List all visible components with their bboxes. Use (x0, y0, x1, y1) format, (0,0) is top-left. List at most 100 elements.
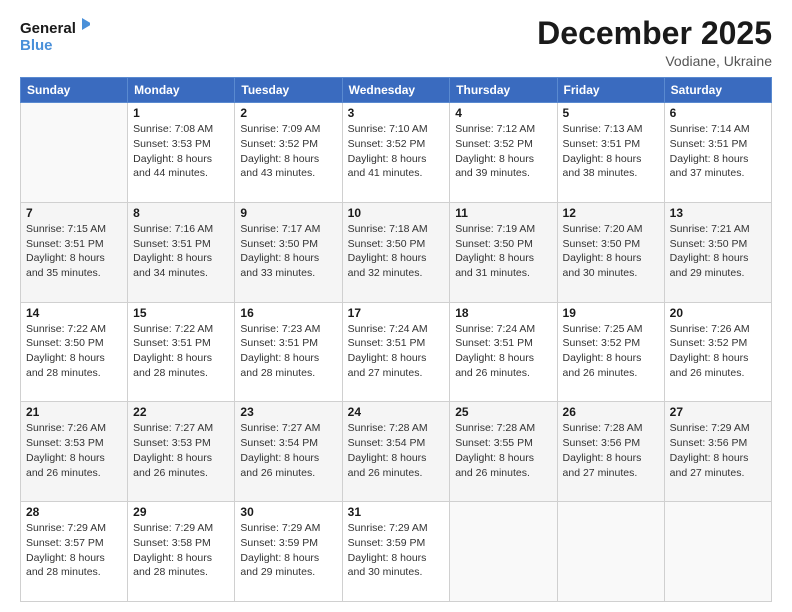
calendar-cell-w2-d4: 10Sunrise: 7:18 AMSunset: 3:50 PMDayligh… (342, 202, 450, 302)
day-number: 6 (670, 106, 766, 120)
calendar-cell-w2-d6: 12Sunrise: 7:20 AMSunset: 3:50 PMDayligh… (557, 202, 664, 302)
calendar-cell-w5-d1: 28 Sunrise: 7:29 AMSunset: 3:57 PMDayligh… (21, 502, 128, 602)
day-number: 31 (348, 505, 445, 519)
calendar-week-4: 21 Sunrise: 7:26 AMSunset: 3:53 PMDayligh… (21, 402, 772, 502)
logo: General Blue (20, 16, 90, 58)
day-number: 29 (133, 505, 229, 519)
day-number: 9 (240, 206, 336, 220)
day-info: Sunrise: 7:23 AMSunset: 3:51 PMDaylight:… (240, 322, 336, 381)
calendar-header-row: Sunday Monday Tuesday Wednesday Thursday… (21, 78, 772, 103)
calendar-cell-w4-d5: 25Sunrise: 7:28 AMSunset: 3:55 PMDayligh… (450, 402, 557, 502)
day-info: Sunrise: 7:10 AMSunset: 3:52 PMDaylight:… (348, 122, 445, 181)
day-number: 23 (240, 405, 336, 419)
calendar-cell-w4-d1: 21 Sunrise: 7:26 AMSunset: 3:53 PMDayligh… (21, 402, 128, 502)
calendar-cell-w3-d7: 20Sunrise: 7:26 AMSunset: 3:52 PMDayligh… (664, 302, 771, 402)
day-number: 30 (240, 505, 336, 519)
calendar-table: Sunday Monday Tuesday Wednesday Thursday… (20, 77, 772, 602)
day-number: 14 (26, 306, 122, 320)
page: General Blue December 2025 Vodiane, Ukra… (0, 0, 792, 612)
day-number: 27 (670, 405, 766, 419)
col-monday: Monday (128, 78, 235, 103)
day-info: Sunrise: 7:21 AMSunset: 3:50 PMDaylight:… (670, 222, 766, 281)
svg-text:General: General (20, 20, 76, 37)
col-wednesday: Wednesday (342, 78, 450, 103)
calendar-cell-w3-d1: 14Sunrise: 7:22 AMSunset: 3:50 PMDayligh… (21, 302, 128, 402)
calendar-cell-w1-d1 (21, 103, 128, 203)
calendar-cell-w3-d3: 16 Sunrise: 7:23 AMSunset: 3:51 PMDayligh… (235, 302, 342, 402)
day-info: Sunrise: 7:28 AMSunset: 3:56 PMDaylight:… (563, 421, 659, 480)
day-number: 24 (348, 405, 445, 419)
day-number: 4 (455, 106, 551, 120)
calendar-cell-w2-d5: 11Sunrise: 7:19 AMSunset: 3:50 PMDayligh… (450, 202, 557, 302)
day-info: Sunrise: 7:29 AMSunset: 3:57 PMDaylight:… (26, 521, 122, 580)
subtitle: Vodiane, Ukraine (537, 53, 772, 69)
day-info: Sunrise: 7:24 AMSunset: 3:51 PMDaylight:… (348, 322, 445, 381)
day-number: 17 (348, 306, 445, 320)
calendar-cell-w2-d7: 13 Sunrise: 7:21 AMSunset: 3:50 PMDayligh… (664, 202, 771, 302)
day-info: Sunrise: 7:09 AMSunset: 3:52 PMDaylight:… (240, 122, 336, 181)
col-saturday: Saturday (664, 78, 771, 103)
day-number: 10 (348, 206, 445, 220)
calendar-cell-w5-d4: 31 Sunrise: 7:29 AMSunset: 3:59 PMDayligh… (342, 502, 450, 602)
calendar-cell-w1-d7: 6 Sunrise: 7:14 AMSunset: 3:51 PMDaylight… (664, 103, 771, 203)
title-block: December 2025 Vodiane, Ukraine (537, 16, 772, 69)
day-number: 26 (563, 405, 659, 419)
day-info: Sunrise: 7:22 AMSunset: 3:51 PMDaylight:… (133, 322, 229, 381)
calendar-cell-w4-d2: 22Sunrise: 7:27 AMSunset: 3:53 PMDayligh… (128, 402, 235, 502)
day-number: 8 (133, 206, 229, 220)
calendar-cell-w3-d2: 15 Sunrise: 7:22 AMSunset: 3:51 PMDayligh… (128, 302, 235, 402)
calendar-cell-w4-d7: 27 Sunrise: 7:29 AMSunset: 3:56 PMDayligh… (664, 402, 771, 502)
calendar-week-1: 1Sunrise: 7:08 AMSunset: 3:53 PMDaylight… (21, 103, 772, 203)
calendar-cell-w2-d1: 7 Sunrise: 7:15 AMSunset: 3:51 PMDaylight… (21, 202, 128, 302)
day-number: 11 (455, 206, 551, 220)
calendar-cell-w5-d2: 29 Sunrise: 7:29 AMSunset: 3:58 PMDayligh… (128, 502, 235, 602)
day-number: 13 (670, 206, 766, 220)
calendar-cell-w4-d6: 26 Sunrise: 7:28 AMSunset: 3:56 PMDayligh… (557, 402, 664, 502)
day-number: 22 (133, 405, 229, 419)
day-info: Sunrise: 7:26 AMSunset: 3:53 PMDaylight:… (26, 421, 122, 480)
logo-svg: General Blue (20, 16, 90, 58)
day-number: 28 (26, 505, 122, 519)
day-number: 19 (563, 306, 659, 320)
day-info: Sunrise: 7:13 AMSunset: 3:51 PMDaylight:… (563, 122, 659, 181)
day-info: Sunrise: 7:28 AMSunset: 3:54 PMDaylight:… (348, 421, 445, 480)
day-info: Sunrise: 7:29 AMSunset: 3:59 PMDaylight:… (348, 521, 445, 580)
main-title: December 2025 (537, 16, 772, 51)
day-info: Sunrise: 7:29 AMSunset: 3:59 PMDaylight:… (240, 521, 336, 580)
day-info: Sunrise: 7:29 AMSunset: 3:58 PMDaylight:… (133, 521, 229, 580)
col-sunday: Sunday (21, 78, 128, 103)
day-number: 16 (240, 306, 336, 320)
calendar-week-2: 7 Sunrise: 7:15 AMSunset: 3:51 PMDaylight… (21, 202, 772, 302)
col-tuesday: Tuesday (235, 78, 342, 103)
calendar-cell-w4-d3: 23 Sunrise: 7:27 AMSunset: 3:54 PMDayligh… (235, 402, 342, 502)
calendar-cell-w5-d5 (450, 502, 557, 602)
calendar-cell-w3-d4: 17 Sunrise: 7:24 AMSunset: 3:51 PMDayligh… (342, 302, 450, 402)
calendar-cell-w2-d2: 8Sunrise: 7:16 AMSunset: 3:51 PMDaylight… (128, 202, 235, 302)
calendar-cell-w5-d7 (664, 502, 771, 602)
calendar-cell-w5-d3: 30 Sunrise: 7:29 AMSunset: 3:59 PMDayligh… (235, 502, 342, 602)
day-number: 21 (26, 405, 122, 419)
day-info: Sunrise: 7:25 AMSunset: 3:52 PMDaylight:… (563, 322, 659, 381)
day-number: 3 (348, 106, 445, 120)
day-info: Sunrise: 7:17 AMSunset: 3:50 PMDaylight:… (240, 222, 336, 281)
day-number: 7 (26, 206, 122, 220)
day-info: Sunrise: 7:12 AMSunset: 3:52 PMDaylight:… (455, 122, 551, 181)
header: General Blue December 2025 Vodiane, Ukra… (20, 16, 772, 69)
col-thursday: Thursday (450, 78, 557, 103)
day-info: Sunrise: 7:24 AMSunset: 3:51 PMDaylight:… (455, 322, 551, 381)
day-number: 1 (133, 106, 229, 120)
calendar-cell-w1-d5: 4 Sunrise: 7:12 AMSunset: 3:52 PMDaylight… (450, 103, 557, 203)
calendar-cell-w1-d4: 3 Sunrise: 7:10 AMSunset: 3:52 PMDaylight… (342, 103, 450, 203)
day-number: 18 (455, 306, 551, 320)
day-info: Sunrise: 7:14 AMSunset: 3:51 PMDaylight:… (670, 122, 766, 181)
day-number: 15 (133, 306, 229, 320)
svg-text:Blue: Blue (20, 37, 53, 54)
day-info: Sunrise: 7:26 AMSunset: 3:52 PMDaylight:… (670, 322, 766, 381)
day-info: Sunrise: 7:29 AMSunset: 3:56 PMDaylight:… (670, 421, 766, 480)
day-number: 5 (563, 106, 659, 120)
day-number: 25 (455, 405, 551, 419)
calendar-cell-w3-d6: 19 Sunrise: 7:25 AMSunset: 3:52 PMDayligh… (557, 302, 664, 402)
day-info: Sunrise: 7:27 AMSunset: 3:54 PMDaylight:… (240, 421, 336, 480)
calendar-cell-w1-d3: 2Sunrise: 7:09 AMSunset: 3:52 PMDaylight… (235, 103, 342, 203)
day-info: Sunrise: 7:15 AMSunset: 3:51 PMDaylight:… (26, 222, 122, 281)
